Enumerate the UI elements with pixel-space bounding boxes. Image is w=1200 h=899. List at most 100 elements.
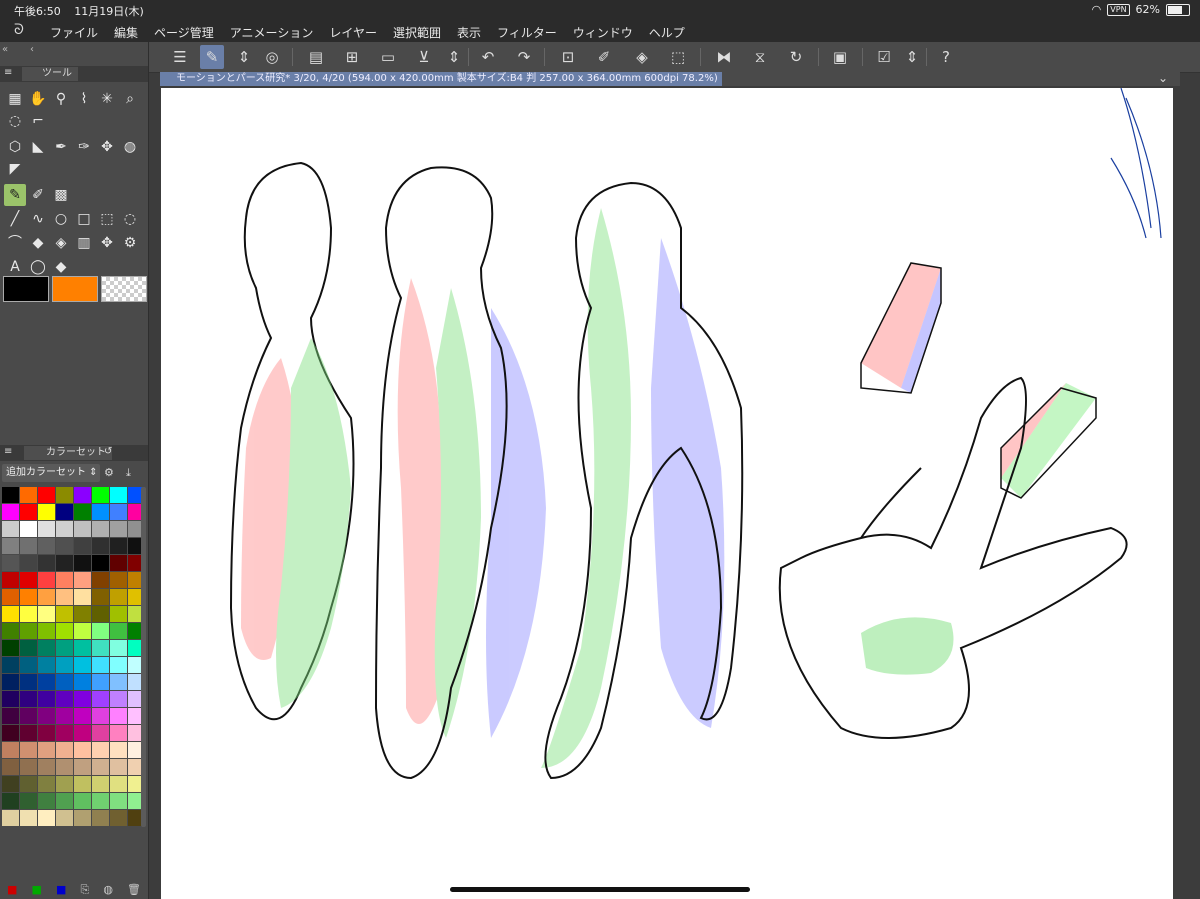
- color-swatch[interactable]: [92, 674, 109, 690]
- fill-icon[interactable]: ◈: [630, 45, 654, 69]
- color-swatch[interactable]: [110, 606, 127, 622]
- color-swatch[interactable]: [110, 810, 127, 826]
- pencil-selected-icon[interactable]: ✎: [4, 184, 26, 206]
- color-swatch[interactable]: [38, 606, 55, 622]
- color-swatch[interactable]: [56, 521, 73, 537]
- menu-icon[interactable]: ☰: [168, 45, 192, 69]
- color-swatch[interactable]: [38, 640, 55, 656]
- text-icon[interactable]: A: [4, 256, 26, 278]
- color-swatch[interactable]: [38, 810, 55, 826]
- pen-adjust-icon[interactable]: ✐: [592, 45, 616, 69]
- color-swatch[interactable]: [110, 640, 127, 656]
- color-swatch[interactable]: [110, 572, 127, 588]
- color-swatch[interactable]: [74, 589, 91, 605]
- color-swatch[interactable]: [74, 657, 91, 673]
- color-swatch[interactable]: [38, 487, 55, 503]
- bucket-icon[interactable]: ◍: [103, 883, 113, 896]
- color-swatch[interactable]: [110, 793, 127, 809]
- menu-item[interactable]: レイヤー: [329, 24, 377, 41]
- transparent-color-swatch[interactable]: [101, 276, 147, 302]
- app-logo-icon[interactable]: ᘐ: [14, 22, 24, 38]
- collapse-left-icon[interactable]: «: [2, 44, 8, 55]
- color-swatch[interactable]: [2, 691, 19, 707]
- collapse-arrow-icon[interactable]: ‹: [30, 44, 34, 55]
- marker-icon[interactable]: ✑: [73, 136, 95, 158]
- airbrush-icon[interactable]: ✥: [96, 136, 118, 158]
- ruler-icon[interactable]: ◣: [27, 136, 49, 158]
- color-swatch[interactable]: [20, 776, 37, 792]
- color-swatch[interactable]: [20, 742, 37, 758]
- color-swatch[interactable]: [2, 623, 19, 639]
- color-swatch[interactable]: [110, 674, 127, 690]
- auto-select-icon[interactable]: ⌕: [119, 88, 141, 110]
- color-swatch[interactable]: [2, 776, 19, 792]
- color-swatch[interactable]: [74, 572, 91, 588]
- color-swatch[interactable]: [2, 521, 19, 537]
- color-swatch[interactable]: [20, 538, 37, 554]
- line-icon[interactable]: ╱: [4, 208, 26, 230]
- color-swatch[interactable]: [38, 725, 55, 741]
- ellipse-icon[interactable]: ○: [50, 208, 72, 230]
- color-swatch[interactable]: [38, 555, 55, 571]
- color-swatch[interactable]: [2, 538, 19, 554]
- marquee-icon[interactable]: ⬚: [96, 208, 118, 230]
- color-swatch[interactable]: [38, 759, 55, 775]
- transform-icon[interactable]: ⊡: [556, 45, 580, 69]
- add-color-icon[interactable]: ■: [32, 883, 42, 896]
- color-swatch[interactable]: [92, 691, 109, 707]
- color-swatch[interactable]: [74, 487, 91, 503]
- color-swatch[interactable]: [74, 691, 91, 707]
- color-swatch[interactable]: [92, 521, 109, 537]
- color-swatch[interactable]: [92, 708, 109, 724]
- color-swatch[interactable]: [20, 504, 37, 520]
- curve-icon[interactable]: ∿: [27, 208, 49, 230]
- color-swatch[interactable]: [38, 793, 55, 809]
- history-tab-icon[interactable]: ↺: [104, 446, 112, 457]
- layout-icon[interactable]: ▦: [4, 88, 26, 110]
- color-swatch[interactable]: [110, 759, 127, 775]
- open-folder-icon[interactable]: ▭: [376, 45, 400, 69]
- color-swatch[interactable]: [2, 810, 19, 826]
- color-swatch[interactable]: [38, 708, 55, 724]
- color-swatch[interactable]: [74, 725, 91, 741]
- color-swatch[interactable]: [2, 674, 19, 690]
- color-swatch[interactable]: [92, 623, 109, 639]
- add-page-icon[interactable]: ⊞: [340, 45, 364, 69]
- border-icon[interactable]: ▣: [828, 45, 852, 69]
- color-swatch[interactable]: [56, 776, 73, 792]
- warp-icon[interactable]: ⚙: [119, 232, 141, 254]
- color-swatch[interactable]: [38, 674, 55, 690]
- spiral-icon[interactable]: ◎: [260, 45, 284, 69]
- color-swatch[interactable]: [110, 623, 127, 639]
- color-swatch[interactable]: [110, 504, 127, 520]
- color-swatch[interactable]: [2, 708, 19, 724]
- color-swatch[interactable]: [92, 538, 109, 554]
- color-swatch[interactable]: [92, 606, 109, 622]
- pencil-icon[interactable]: ✐: [27, 184, 49, 206]
- blend-icon[interactable]: ◍: [119, 136, 141, 158]
- color-swatch[interactable]: [2, 572, 19, 588]
- color-swatch[interactable]: [74, 674, 91, 690]
- chevron-updown-icon[interactable]: ⇕: [232, 45, 256, 69]
- color-swatch[interactable]: [2, 487, 19, 503]
- color-swatch[interactable]: [20, 521, 37, 537]
- menu-item[interactable]: 表示: [457, 24, 481, 41]
- color-swatch[interactable]: [74, 521, 91, 537]
- color-swatch[interactable]: [20, 623, 37, 639]
- color-swatch[interactable]: [74, 623, 91, 639]
- color-swatch[interactable]: [92, 504, 109, 520]
- color-swatch[interactable]: [56, 793, 73, 809]
- color-swatch[interactable]: [92, 640, 109, 656]
- color-swatch[interactable]: [56, 674, 73, 690]
- menu-item[interactable]: ファイル: [50, 24, 98, 41]
- color-swatch[interactable]: [74, 640, 91, 656]
- color-swatch[interactable]: [20, 555, 37, 571]
- fill-icon[interactable]: ◈: [50, 232, 72, 254]
- color-swatch[interactable]: [110, 555, 127, 571]
- menu-item[interactable]: 選択範囲: [393, 24, 441, 41]
- drawing-canvas[interactable]: [161, 88, 1173, 899]
- color-swatch[interactable]: [56, 504, 73, 520]
- menu-item[interactable]: ヘルプ: [649, 24, 685, 41]
- hand-icon[interactable]: ✋: [27, 88, 49, 110]
- color-swatch[interactable]: [110, 521, 127, 537]
